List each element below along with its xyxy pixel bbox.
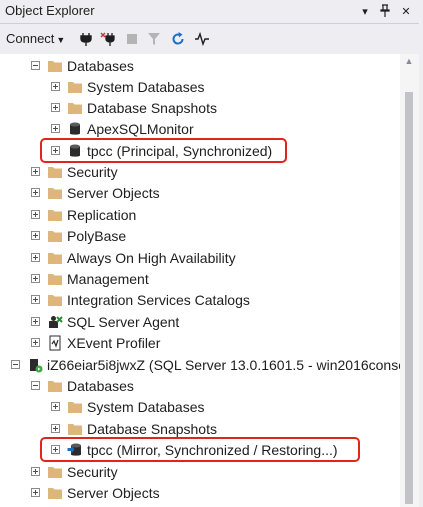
scrollbar-thumb[interactable]	[405, 92, 413, 504]
folder-icon	[68, 102, 82, 114]
panel-title: Object Explorer	[5, 3, 95, 18]
tree-node-label: System Databases	[87, 78, 205, 95]
tree-node-server[interactable]: iZ66eiar5i8jwxZ (SQL Server 13.0.1601.5 …	[11, 354, 400, 375]
connect-label: Connect	[6, 31, 55, 46]
tree-node-databases[interactable]: Databases	[31, 375, 134, 396]
tree-node-security[interactable]: Security	[31, 461, 118, 482]
folder-icon	[48, 294, 62, 306]
tree-node-label: XEvent Profiler	[67, 334, 161, 351]
expand-icon[interactable]	[31, 488, 40, 497]
tree-node-database-snapshots[interactable]: Database Snapshots	[51, 97, 217, 118]
object-explorer-tree: Databases System Databases Database Snap…	[0, 54, 400, 507]
tree-node-label: PolyBase	[67, 227, 127, 244]
folder-icon	[48, 273, 62, 285]
tree-node-label: Security	[67, 163, 118, 180]
pin-icon[interactable]	[377, 4, 393, 20]
connect-button[interactable]: Connect ▼	[6, 31, 65, 46]
expand-icon[interactable]	[31, 188, 40, 197]
folder-icon	[48, 466, 62, 478]
expand-icon[interactable]	[31, 295, 40, 304]
tree-node-label: System Databases	[87, 398, 205, 415]
tree-node-integration-services[interactable]: Integration Services Catalogs	[31, 289, 250, 310]
sql-agent-icon	[49, 315, 63, 328]
tree-node-databases[interactable]: Databases	[31, 55, 134, 76]
expand-icon[interactable]	[51, 124, 60, 133]
folder-icon	[48, 230, 62, 242]
folder-icon	[48, 209, 62, 221]
folder-icon	[48, 166, 62, 178]
expand-icon[interactable]	[51, 82, 60, 91]
folder-icon	[48, 187, 62, 199]
tree-node-always-on[interactable]: Always On High Availability	[31, 247, 236, 268]
vertical-scrollbar[interactable]: ▲	[400, 54, 419, 507]
folder-icon	[68, 401, 82, 413]
tree-node-label: Server Objects	[67, 184, 160, 201]
panel-edge	[419, 0, 423, 507]
folder-icon	[68, 81, 82, 93]
tree-node-label: Replication	[67, 206, 137, 223]
expand-icon[interactable]	[31, 253, 40, 262]
expand-icon[interactable]	[31, 338, 40, 347]
server-icon	[30, 358, 43, 372]
tree-node-server-objects[interactable]: Server Objects	[31, 182, 160, 203]
database-icon	[70, 122, 80, 135]
expand-icon[interactable]	[51, 424, 60, 433]
tree-node-database-snapshots[interactable]: Database Snapshots	[51, 418, 217, 439]
tree-node-label: Databases	[67, 377, 134, 394]
title-bar: Object Explorer ▾ ✕	[0, 0, 423, 24]
highlight-box-principal	[40, 138, 287, 163]
disconnect-icon[interactable]	[100, 31, 116, 47]
folder-icon	[48, 380, 62, 392]
tree-node-label: ApexSQLMonitor	[87, 120, 194, 137]
tree-node-label: Server Objects	[67, 484, 160, 501]
tree-node-label: Management	[67, 270, 149, 287]
tree-node-label: SQL Server Agent	[67, 313, 180, 330]
tree-node-label: iZ66eiar5i8jwxZ (SQL Server 13.0.1601.5 …	[47, 356, 400, 373]
chevron-down-icon: ▼	[56, 35, 66, 45]
tree-node-sql-server-agent[interactable]: SQL Server Agent	[31, 311, 179, 332]
tree-node-management[interactable]: Management	[31, 268, 149, 289]
activity-monitor-icon[interactable]	[194, 31, 210, 47]
tree-node-label: Integration Services Catalogs	[67, 291, 250, 308]
tree-node-label: Databases	[67, 57, 134, 74]
highlight-box-mirror	[40, 437, 360, 462]
connect-icon[interactable]	[78, 31, 94, 47]
refresh-icon[interactable]	[170, 31, 186, 47]
close-icon[interactable]: ✕	[398, 4, 414, 20]
folder-icon	[68, 423, 82, 435]
tree-node-system-databases[interactable]: System Databases	[51, 396, 205, 417]
collapse-icon[interactable]	[31, 381, 40, 390]
tree-node-server-objects[interactable]: Server Objects	[31, 482, 160, 503]
tree-node-xevent-profiler[interactable]: XEvent Profiler	[31, 332, 160, 353]
folder-icon	[48, 487, 62, 499]
tree-node-polybase[interactable]: PolyBase	[31, 225, 126, 246]
filter-icon[interactable]	[146, 31, 162, 47]
stop-icon[interactable]	[124, 31, 140, 47]
collapse-icon[interactable]	[11, 360, 20, 369]
toolbar: Connect ▼	[0, 24, 423, 54]
expand-icon[interactable]	[31, 231, 40, 240]
tree-node-security[interactable]: Security	[31, 161, 118, 182]
collapse-icon[interactable]	[31, 61, 40, 70]
expand-icon[interactable]	[51, 402, 60, 411]
expand-icon[interactable]	[31, 167, 40, 176]
folder-icon	[48, 252, 62, 264]
expand-icon[interactable]	[51, 103, 60, 112]
tree-node-label: Database Snapshots	[87, 420, 217, 437]
tree-node-system-databases[interactable]: System Databases	[51, 76, 205, 97]
expand-icon[interactable]	[31, 467, 40, 476]
window-position-dropdown-icon[interactable]: ▾	[357, 4, 373, 20]
expand-icon[interactable]	[31, 317, 40, 326]
tree-node-label: Security	[67, 463, 118, 480]
folder-icon	[48, 60, 62, 72]
expand-icon[interactable]	[31, 210, 40, 219]
scroll-up-icon[interactable]: ▲	[404, 56, 414, 66]
tree-node-label: Always On High Availability	[67, 249, 236, 266]
expand-icon[interactable]	[31, 274, 40, 283]
tree-node-apexsqlmonitor[interactable]: ApexSQLMonitor	[51, 118, 194, 139]
tree-node-replication[interactable]: Replication	[31, 204, 136, 225]
profiler-icon	[49, 335, 61, 350]
tree-node-label: Database Snapshots	[87, 99, 217, 116]
